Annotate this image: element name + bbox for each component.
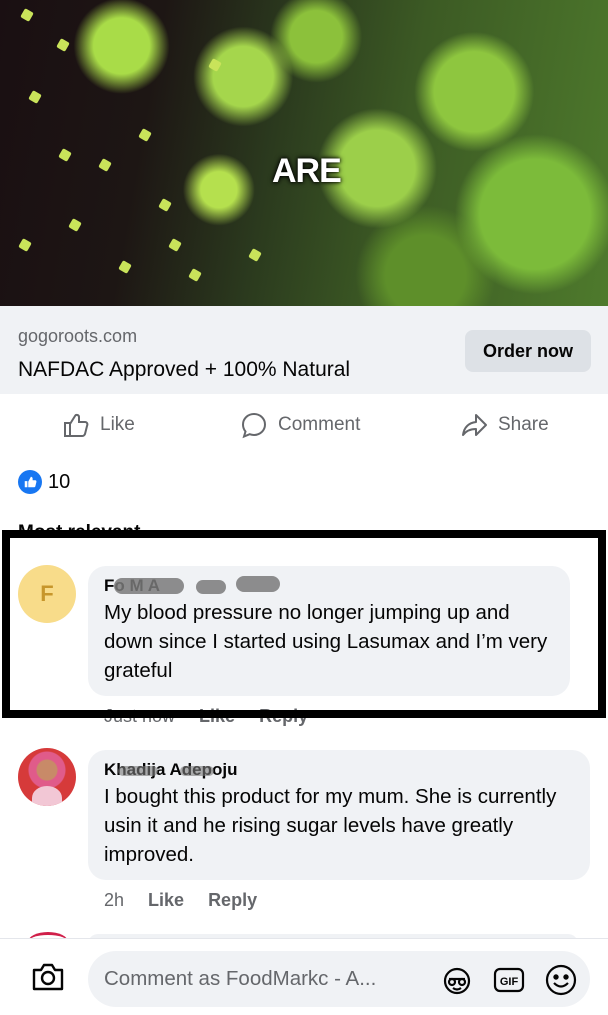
avatar[interactable] <box>18 748 76 806</box>
comment-icon <box>241 412 267 439</box>
gif-icon[interactable]: GIF <box>492 963 526 997</box>
link-domain: gogoroots.com <box>18 326 138 346</box>
composer-icons: GIF <box>440 963 578 997</box>
comment-label: Comment <box>278 414 361 435</box>
share-icon <box>462 414 487 436</box>
comment-time: 2h <box>104 890 125 910</box>
comment-reply-button[interactable]: Reply <box>208 890 257 911</box>
emoji-icon[interactable] <box>544 963 578 997</box>
ad-caption: ARE <box>272 152 342 190</box>
comment-like-button[interactable]: Like <box>148 890 184 911</box>
svg-text:GIF: GIF <box>500 976 519 988</box>
comment-bubble[interactable]: Khadija Adepoju I bought this product fo… <box>88 750 590 880</box>
share-button[interactable]: Share <box>460 408 549 442</box>
like-label: Like <box>100 414 135 435</box>
post-actions: Like Comment Share <box>0 400 608 450</box>
order-now-button[interactable]: Order now <box>465 330 591 372</box>
reaction-count: 10 <box>48 470 71 493</box>
avatar-sticker-icon[interactable] <box>440 963 474 997</box>
thumbs-up-icon <box>64 413 89 437</box>
comment-text: I bought this product for my mum. She is… <box>104 785 557 866</box>
comment-composer: GIF <box>0 938 608 1015</box>
comment-button[interactable]: Comment <box>240 408 360 442</box>
like-button[interactable]: Like <box>62 408 135 442</box>
share-label: Share <box>498 414 549 435</box>
camera-icon[interactable] <box>30 961 66 993</box>
commenter-name[interactable]: Khadija Adepoju <box>104 760 238 780</box>
like-reaction-icon <box>18 470 42 494</box>
link-preview[interactable]: gogoroots.com NAFDAC Approved + 100% Nat… <box>0 306 608 394</box>
comment-meta: 2h Like Reply <box>104 890 257 911</box>
highlight-frame <box>2 530 606 718</box>
reaction-summary[interactable]: 10 <box>18 470 70 494</box>
link-headline: NAFDAC Approved + 100% Natural <box>18 358 351 381</box>
ad-image[interactable]: ARE <box>0 0 608 306</box>
